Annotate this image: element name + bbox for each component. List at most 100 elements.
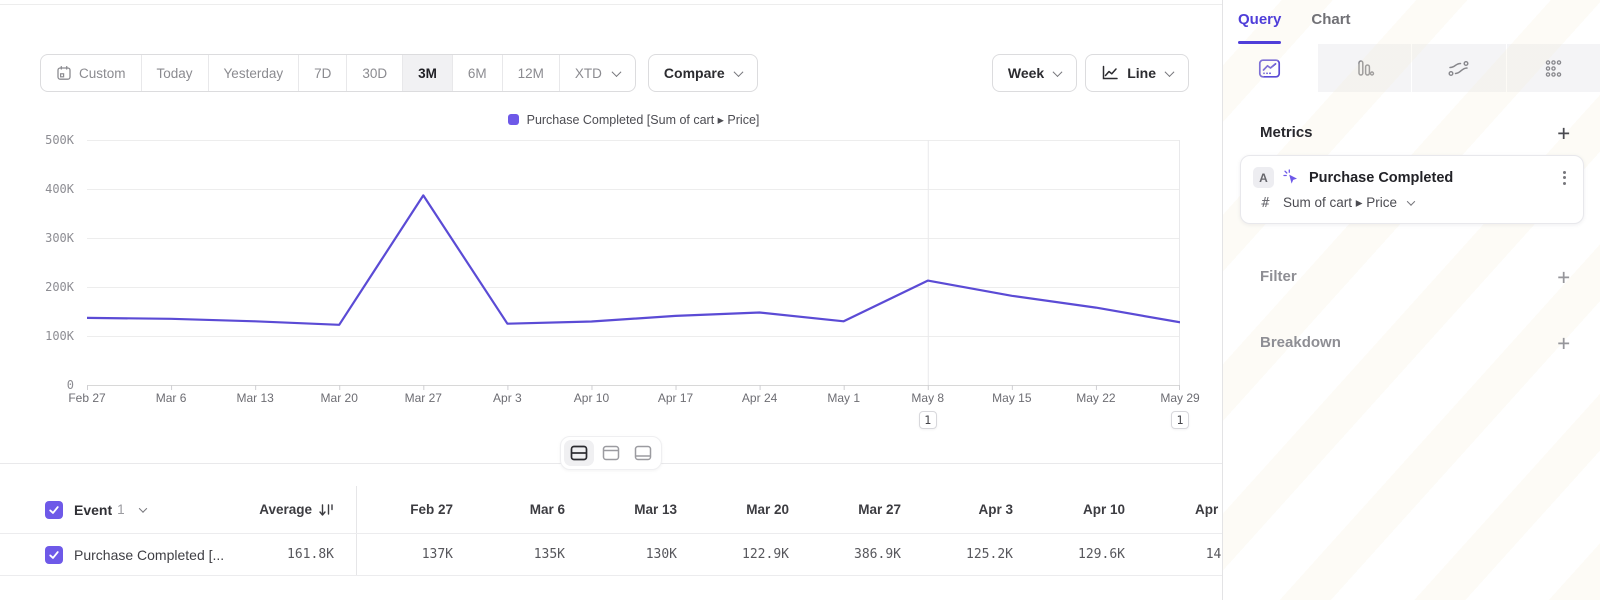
y-axis: 0100K200K300K400K500K: [0, 140, 74, 386]
range-6m[interactable]: 6M: [452, 55, 502, 91]
row-checkbox[interactable]: [45, 546, 63, 564]
range-7d[interactable]: 7D: [298, 55, 346, 91]
date-range-group: Custom Today Yesterday 7D 30D 3M6M 12M XTD: [40, 54, 636, 92]
interval-select[interactable]: Week: [992, 54, 1077, 92]
chevron-down-icon: [1053, 67, 1063, 77]
number-hash-icon: #: [1257, 195, 1274, 211]
metric-card[interactable]: A Purchase Completed # Sum of cart ▸ Pri…: [1240, 155, 1584, 224]
chevron-down-icon: [611, 67, 621, 77]
select-all-checkbox[interactable]: [45, 501, 63, 519]
range-custom[interactable]: Custom: [41, 55, 141, 91]
date-value-cell: 137K: [357, 547, 469, 562]
chart-type-insights[interactable]: [1223, 44, 1317, 92]
filter-section-header: Filter +: [1249, 268, 1570, 285]
x-axis-label: Mar 13: [236, 391, 273, 405]
date-value-cell: 135K: [469, 547, 581, 562]
chart-type-flows[interactable]: [1411, 44, 1506, 92]
bottom-panel-view-icon: [633, 444, 653, 462]
x-axis-label: May 15: [992, 391, 1031, 405]
split-view-toggle[interactable]: [564, 440, 594, 466]
x-axis-label: Feb 27: [68, 391, 105, 405]
interval-label: Week: [1008, 65, 1044, 81]
date-column-header: Mar 13: [581, 502, 693, 517]
flows-icon: [1447, 59, 1470, 78]
filter-label: Filter: [1260, 268, 1297, 285]
metrics-title: Metrics: [1260, 124, 1313, 141]
legend-label: Purchase Completed [Sum of cart ▸ Price]: [527, 112, 760, 127]
chart-legend: Purchase Completed [Sum of cart ▸ Price]: [87, 112, 1180, 127]
bar-chart-icon: [1354, 58, 1375, 79]
range-label: 12M: [518, 66, 544, 81]
metric-card-event-row: A Purchase Completed: [1253, 167, 1571, 188]
chart-toolbar: Custom Today Yesterday 7D 30D 3M6M 12M XTD Comp…: [40, 54, 1189, 92]
event-sparkle-icon: [1283, 169, 1300, 186]
range-xtd[interactable]: XTD: [559, 55, 635, 91]
chart-type-select[interactable]: Line: [1085, 54, 1189, 92]
table-only-view-toggle[interactable]: [628, 440, 658, 466]
average-value-cell: 161.8K: [230, 534, 357, 575]
x-axis-label: May 22: [1076, 391, 1115, 405]
top-panel-view-icon: [601, 444, 621, 462]
date-column-header: Apr 10: [1029, 502, 1141, 517]
range-3m[interactable]: 3M: [402, 55, 452, 91]
tab-chart[interactable]: Chart: [1311, 11, 1350, 44]
event-count: 1: [117, 502, 125, 517]
metric-letter-badge: A: [1253, 167, 1274, 188]
layout-toggle-group: [560, 436, 662, 470]
range-label: 30D: [362, 66, 387, 81]
range-label: Custom: [79, 66, 126, 81]
results-table: Event 1 Average Feb 27Mar 6Mar 13Mar 20M…: [0, 464, 1223, 576]
metric-aggregation-label: Sum of cart ▸ Price: [1283, 195, 1397, 211]
chart-only-view-toggle[interactable]: [596, 440, 626, 466]
metric-event-name: Purchase Completed: [1309, 170, 1549, 186]
compare-button[interactable]: Compare: [648, 54, 758, 92]
range-label: Yesterday: [224, 66, 284, 81]
event-column-header[interactable]: Event 1: [0, 501, 230, 519]
range-label: XTD: [575, 66, 602, 81]
range-label: Today: [157, 66, 193, 81]
split-view-icon: [569, 444, 589, 462]
average-header-label: Average: [259, 502, 312, 517]
range-today[interactable]: Today: [141, 55, 208, 91]
annotation-badge[interactable]: 1: [1171, 411, 1189, 429]
metrics-section-header: Metrics +: [1249, 124, 1570, 141]
y-axis-label: 100K: [45, 329, 74, 343]
add-breakdown-button[interactable]: +: [1557, 335, 1570, 351]
add-metric-button[interactable]: +: [1557, 125, 1570, 141]
panel-tabs: Query Chart: [1223, 0, 1600, 44]
chevron-down-icon: [138, 504, 146, 512]
chevron-down-icon: [1165, 67, 1175, 77]
top-divider: [0, 4, 1222, 5]
dots-grid-icon: [1543, 58, 1564, 79]
date-column-header: Mar 27: [805, 502, 917, 517]
x-axis-label: Apr 24: [742, 391, 777, 405]
date-value-cells: 137K135K130K122.9K386.9K125.2K129.6K140K: [357, 547, 1223, 562]
date-value-cell: 122.9K: [693, 547, 805, 562]
chart-type-more[interactable]: [1506, 44, 1600, 92]
metric-aggregation-select[interactable]: # Sum of cart ▸ Price: [1253, 195, 1571, 211]
checkbox-checked-icon: [48, 550, 60, 560]
date-value-cell: 386.9K: [805, 547, 917, 562]
x-axis-label: May 1: [827, 391, 860, 405]
event-header-label: Event: [74, 502, 112, 518]
kebab-menu-icon[interactable]: [1558, 168, 1571, 188]
query-panel-body: Metrics + A Purchase Completed # Sum of …: [1223, 124, 1600, 351]
date-value-cell: 130K: [581, 547, 693, 562]
calendar-icon: [56, 65, 72, 81]
average-column-header[interactable]: Average: [230, 486, 357, 533]
tab-query[interactable]: Query: [1238, 11, 1281, 44]
range-yesterday[interactable]: Yesterday: [208, 55, 299, 91]
row-event-name: Purchase Completed [...: [74, 547, 224, 563]
range-30d[interactable]: 30D: [346, 55, 402, 91]
date-column-header: Apr 17: [1141, 502, 1223, 517]
breakdown-section-header: Breakdown +: [1249, 334, 1570, 351]
y-axis-label: 200K: [45, 280, 74, 294]
y-axis-label: 500K: [45, 133, 74, 147]
chart-type-bar[interactable]: [1317, 44, 1412, 92]
range-12m[interactable]: 12M: [502, 55, 559, 91]
report-canvas: Custom Today Yesterday 7D 30D 3M6M 12M XTD Comp…: [0, 0, 1223, 600]
average-value: 161.8K: [287, 547, 334, 562]
sort-descending-icon[interactable]: [318, 502, 334, 518]
annotation-badge[interactable]: 1: [919, 411, 937, 429]
add-filter-button[interactable]: +: [1557, 269, 1570, 285]
